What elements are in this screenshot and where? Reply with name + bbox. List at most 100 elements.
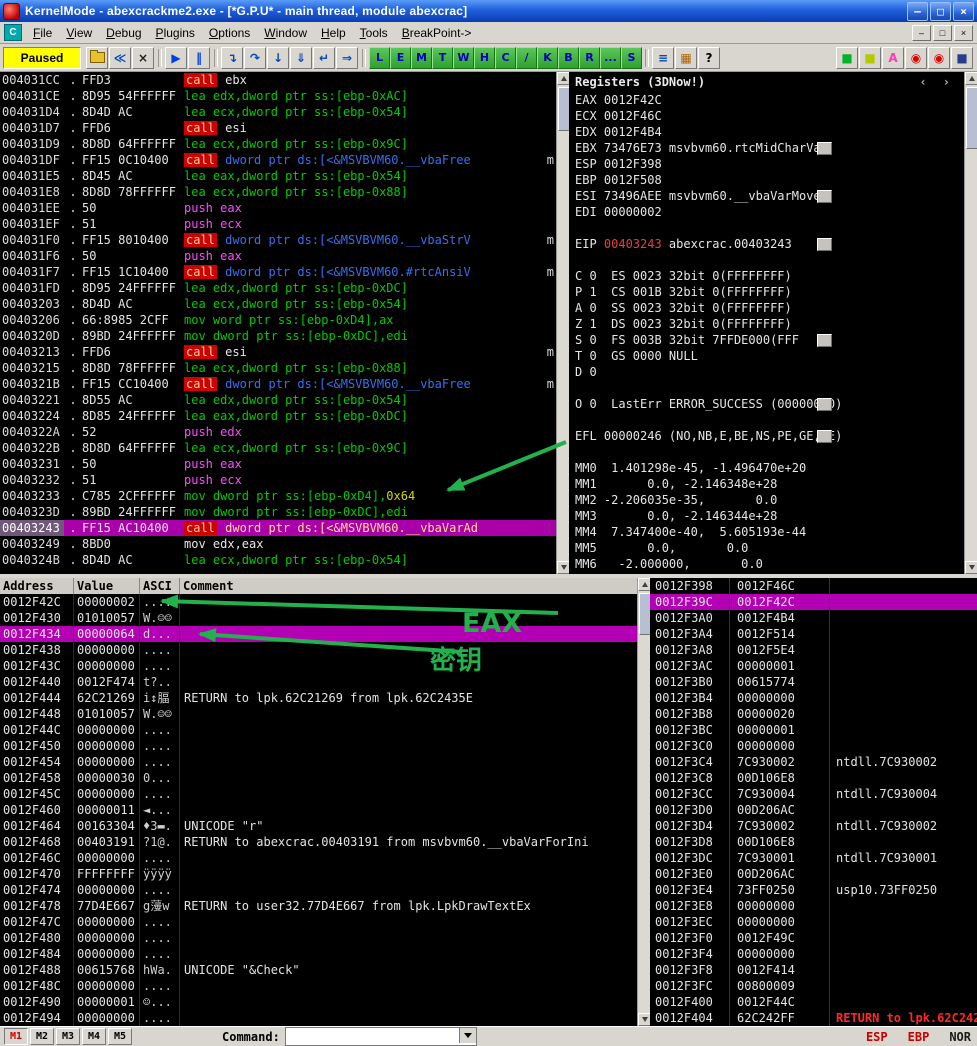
dump-row[interactable]: 0012F480 00000000.... (0, 930, 637, 946)
register-line[interactable]: MM0 1.401298e-45, -1.496470e+20 (569, 460, 964, 476)
menu-item-breakpoint[interactable]: BreakPoint-> (395, 24, 479, 42)
register-line[interactable]: P 1 CS 001B 32bit 0(FFFFFFFF) (569, 284, 964, 300)
register-line[interactable]: EAX 0012F42C (569, 92, 964, 108)
dump-row[interactable]: 0012F454 00000000.... (0, 754, 637, 770)
stack-row[interactable]: 0012F400 0012F44C (650, 994, 977, 1010)
dump-row[interactable]: 0012F450 00000000.... (0, 738, 637, 754)
dump-row[interactable]: 0012F440 0012F474 t?.. (0, 674, 637, 690)
restart-button[interactable]: ≪ (109, 46, 131, 69)
stack-row[interactable]: 0012F3E8 00000000 (650, 898, 977, 914)
register-line[interactable]: MM5 0.0, 0.0 (569, 540, 964, 556)
disasm-line[interactable]: 0040323D. 89BD 24FFFFFF mov dword ptr ss:[… (0, 504, 556, 520)
dump-row[interactable]: 0012F434 00000064 d... (0, 626, 637, 642)
stack-row[interactable]: 0012F3D8 00D106E8 (650, 834, 977, 850)
register-line[interactable]: ESP 0012F398 (569, 156, 964, 172)
register-line[interactable]: O 0 LastErr ERROR_SUCCESS (00000000) (569, 396, 964, 412)
dump-row[interactable]: 0012F464 00163304 ♦3▬. UNICODE "r" (0, 818, 637, 834)
disasm-line[interactable]: 004031E5. 8D45 AC lea eax,dword ptr ss:[eb… (0, 168, 556, 184)
menu-item-plugins[interactable]: Plugins (149, 24, 202, 42)
close-button[interactable]: × (953, 1, 974, 21)
dump-row[interactable]: 0012F44C 00000000.... (0, 722, 637, 738)
stack-row[interactable]: 0012F3B8 00000020 (650, 706, 977, 722)
tab-m5[interactable]: M5 (108, 1028, 132, 1045)
letter-button-t[interactable]: T (432, 46, 453, 69)
letter-button-item[interactable]: / (516, 46, 537, 69)
disasm-line[interactable]: 004031FD. 8D95 24FFFFFF lea edx,dword ptr … (0, 280, 556, 296)
register-line[interactable]: EBP 0012F508 (569, 172, 964, 188)
scroll-down-button[interactable] (965, 561, 977, 574)
stack-row[interactable]: 0012F3E0 00D206AC (650, 866, 977, 882)
command-input[interactable] (285, 1029, 458, 1044)
register-more-button[interactable] (817, 238, 832, 251)
register-more-button[interactable] (817, 142, 832, 155)
trace-into-button[interactable]: ↓ (267, 46, 289, 69)
disasm-scrollbar[interactable] (556, 72, 570, 574)
dump-scrollbar[interactable] (637, 578, 651, 1026)
disasm-line[interactable]: 00403249. 8BD0 mov edx,eax (0, 536, 556, 552)
stack-row[interactable]: 0012F3D4 7C930002 ntdll.7C930002 (650, 818, 977, 834)
register-more-button[interactable] (817, 430, 832, 443)
disasm-line[interactable]: 004031DF. FF15 0C10400 call dword ptr ds:[… (0, 152, 556, 168)
dump-row[interactable]: 0012F42C 00000002.... (0, 594, 637, 610)
dump-row[interactable]: 0012F470 FFFFFFFF ÿÿÿÿ (0, 866, 637, 882)
stack-row[interactable]: 0012F39C 0012F42C (650, 594, 977, 610)
dump-row[interactable]: 0012F478 77D4E667 g薓w RETURN to user32.77D4… (0, 898, 637, 914)
disasm-line[interactable]: 004031CE. 8D95 54FFFFFF lea edx,dword ptr … (0, 88, 556, 104)
disasm-line[interactable]: 004031D4. 8D4D AC lea ecx,dword ptr ss:[eb… (0, 104, 556, 120)
stack-row[interactable]: 0012F3FC 00800009 (650, 978, 977, 994)
stack-row[interactable]: 0012F3A4 0012F514 (650, 626, 977, 642)
register-line[interactable]: EDX 0012F4B4 (569, 124, 964, 140)
stack-row[interactable]: 0012F3CC 7C930004 ntdll.7C930004 (650, 786, 977, 802)
child-close-button[interactable]: × (954, 24, 973, 41)
disasm-line[interactable]: 004031F6. 50 push eax (0, 248, 556, 264)
stack-row[interactable]: 0012F3A0 0012F4B4 (650, 610, 977, 626)
register-line[interactable]: ECX 0012F46C (569, 108, 964, 124)
register-line[interactable]: EFL 00000246 (NO,NB,E,BE,NS,PE,GE,LE) (569, 428, 964, 444)
plugin-a-button[interactable]: A (882, 46, 904, 69)
dump-row[interactable]: 0012F458 00000030 0... (0, 770, 637, 786)
stack-row[interactable]: 0012F3F8 0012F414 (650, 962, 977, 978)
dump-row[interactable]: 0012F46C 00000000.... (0, 850, 637, 866)
menu-item-options[interactable]: Options (202, 24, 257, 42)
register-line[interactable]: Z 1 DS 0023 32bit 0(FFFFFFFF) (569, 316, 964, 332)
disasm-line[interactable]: 00403221. 8D55 AC lea edx,dword ptr ss:[eb… (0, 392, 556, 408)
disasm-line[interactable]: 004031CC. FFD3 call ebx (0, 72, 556, 88)
cpu-window-icon[interactable]: C (4, 24, 22, 41)
pause-button[interactable]: ‖ (188, 46, 210, 69)
dump-row[interactable]: 0012F48C 00000000.... (0, 978, 637, 994)
tab-m3[interactable]: M3 (56, 1028, 80, 1045)
letter-button-b[interactable]: B (558, 46, 579, 69)
disasm-line[interactable]: 00403203. 8D4D AC lea ecx,dword ptr ss:[eb… (0, 296, 556, 312)
trace-over-button[interactable]: ⇓ (290, 46, 312, 69)
tab-m4[interactable]: M4 (82, 1028, 106, 1045)
register-line[interactable]: C 0 ES 0023 32bit 0(FFFFFFFF) (569, 268, 964, 284)
letter-button-k[interactable]: K (537, 46, 558, 69)
registers-nav-button[interactable]: › (943, 72, 950, 92)
disasm-line[interactable]: 0040322A. 52 push edx (0, 424, 556, 440)
stack-row[interactable]: 0012F3B0 00615774 (650, 674, 977, 690)
stack-row[interactable]: 0012F3F4 00000000 (650, 946, 977, 962)
dump-row[interactable]: 0012F45C 00000000.... (0, 786, 637, 802)
register-more-button[interactable] (817, 190, 832, 203)
stack-row[interactable]: 0012F3C4 7C930002 ntdll.7C930002 (650, 754, 977, 770)
registers-nav-button[interactable]: ‹ (920, 72, 927, 92)
register-line[interactable]: ESI 73496AEE msvbvm60.__vbaVarMove (569, 188, 964, 204)
disasm-line[interactable]: 004031E8. 8D8D 78FFFFFF lea ecx,dword ptr … (0, 184, 556, 200)
disasm-line[interactable]: 00403215. 8D8D 78FFFFFF lea ecx,dword ptr … (0, 360, 556, 376)
menu-item-tools[interactable]: Tools (353, 24, 395, 42)
child-minimize-button[interactable]: – (912, 24, 931, 41)
dump-row[interactable]: 0012F460 00000011 ◄... (0, 802, 637, 818)
title-bar[interactable]: KernelMode - abexcrackme2.exe - [*G.P.U*… (0, 0, 977, 22)
stack-row[interactable]: 0012F3B4 00000000 (650, 690, 977, 706)
register-line[interactable]: MM4 7.347400e-40, 5.605193e-44 (569, 524, 964, 540)
disasm-line[interactable]: 00403231. 50 push eax (0, 456, 556, 472)
dump-row[interactable]: 0012F490 00000001 ☺... (0, 994, 637, 1010)
disasm-line[interactable]: 004031F0. FF15 8010400 call dword ptr ds:[… (0, 232, 556, 248)
disasm-line[interactable]: 00403224. 8D85 24FFFFFF lea eax,dword ptr … (0, 408, 556, 424)
disasm-line[interactable]: 0040322B. 8D8D 64FFFFFF lea ecx,dword ptr … (0, 440, 556, 456)
disasm-line[interactable]: 004031D7. FFD6 call esi (0, 120, 556, 136)
letter-button-m[interactable]: M (411, 46, 432, 69)
disasm-line[interactable]: 004031EF. 51 push ecx (0, 216, 556, 232)
register-line[interactable]: EIP 00403243 abexcrac.00403243 (569, 236, 964, 252)
register-line[interactable]: T 0 GS 0000 NULL (569, 348, 964, 364)
